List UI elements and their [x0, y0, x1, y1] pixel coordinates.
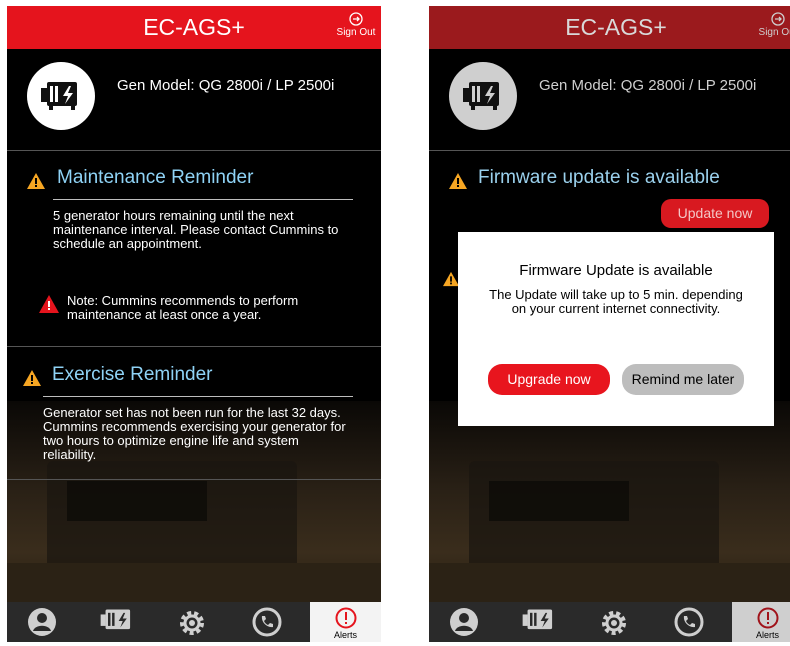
divider: [429, 150, 790, 151]
screen-firmware: EC-AGS+ Sign Out Gen Model: QG 2800i / L…: [429, 6, 790, 642]
remind-me-later-button[interactable]: Remind me later: [622, 364, 744, 395]
dialog-title: Firmware Update is available: [519, 262, 713, 279]
alerts-label: Alerts: [755, 630, 779, 640]
dialog-body: The Update will take up to 5 min. depend…: [489, 287, 743, 316]
update-now-button[interactable]: Update now: [661, 199, 769, 228]
generator-avatar: [449, 62, 517, 130]
gear-icon: [180, 611, 204, 635]
nav-contact[interactable]: [232, 602, 302, 642]
gen-model-text: Gen Model: QG 2800i / LP 2500i: [539, 77, 757, 94]
sign-out-icon: [771, 12, 785, 26]
nav-profile[interactable]: [7, 602, 77, 642]
nav-alerts[interactable]: Alerts: [310, 602, 381, 642]
screen-maintenance: EC-AGS+ Sign Out Gen Model: QG 2800i / L…: [7, 6, 381, 642]
alert-icon: [39, 295, 59, 313]
nav-alerts[interactable]: Alerts: [732, 602, 790, 642]
generator-icon: [100, 609, 131, 630]
nav-settings[interactable]: [157, 602, 227, 642]
sign-out-button[interactable]: Sign Out: [757, 12, 790, 38]
warning-icon: [27, 173, 45, 189]
background-image: [429, 401, 790, 603]
nav-generator[interactable]: [82, 602, 152, 642]
generator-icon: [463, 82, 499, 110]
firmware-title: Firmware update is available: [478, 167, 720, 188]
nav-generator[interactable]: [504, 602, 574, 642]
nav-contact[interactable]: [654, 602, 724, 642]
exercise-title: Exercise Reminder: [52, 364, 213, 385]
warning-icon: [449, 173, 467, 189]
sign-out-label: Sign Out: [758, 27, 790, 38]
gen-model-text: Gen Model: QG 2800i / LP 2500i: [117, 77, 335, 94]
profile-icon: [450, 608, 478, 636]
warning-icon: [23, 370, 41, 386]
phone-icon: [674, 607, 704, 637]
gear-icon: [602, 611, 626, 635]
sign-out-label: Sign Out: [336, 27, 376, 38]
sign-out-icon: [349, 12, 363, 26]
nav-profile[interactable]: [429, 602, 499, 642]
phone-icon: [252, 607, 282, 637]
sign-out-button[interactable]: Sign Out: [335, 12, 377, 38]
maintenance-title: Maintenance Reminder: [57, 167, 254, 188]
generator-avatar: [27, 62, 95, 130]
alerts-icon: [335, 607, 356, 629]
generator-icon: [522, 609, 553, 630]
app-header: EC-AGS+ Sign Out: [429, 6, 790, 49]
divider: [7, 346, 381, 347]
alerts-icon: [757, 607, 778, 629]
underline: [43, 396, 353, 397]
upgrade-now-button[interactable]: Upgrade now: [488, 364, 610, 395]
exercise-text: Generator set has not been run for the l…: [43, 405, 346, 462]
app-title: EC-AGS+: [565, 14, 667, 40]
app-header: EC-AGS+ Sign Out: [7, 6, 381, 49]
maintenance-text: 5 generator hours remaining until the ne…: [53, 208, 339, 251]
divider: [7, 479, 381, 480]
bottom-nav: Alerts: [7, 602, 381, 642]
app-title: EC-AGS+: [143, 14, 245, 40]
profile-icon: [28, 608, 56, 636]
nav-settings[interactable]: [579, 602, 649, 642]
generator-icon: [41, 82, 77, 110]
divider: [7, 150, 381, 151]
maintenance-note: Note: Cummins recommends to perform main…: [67, 293, 299, 322]
firmware-dialog: Firmware Update is available The Update …: [458, 232, 774, 426]
bottom-nav: Alerts: [429, 602, 790, 642]
underline: [53, 199, 353, 200]
alerts-label: Alerts: [333, 630, 357, 640]
